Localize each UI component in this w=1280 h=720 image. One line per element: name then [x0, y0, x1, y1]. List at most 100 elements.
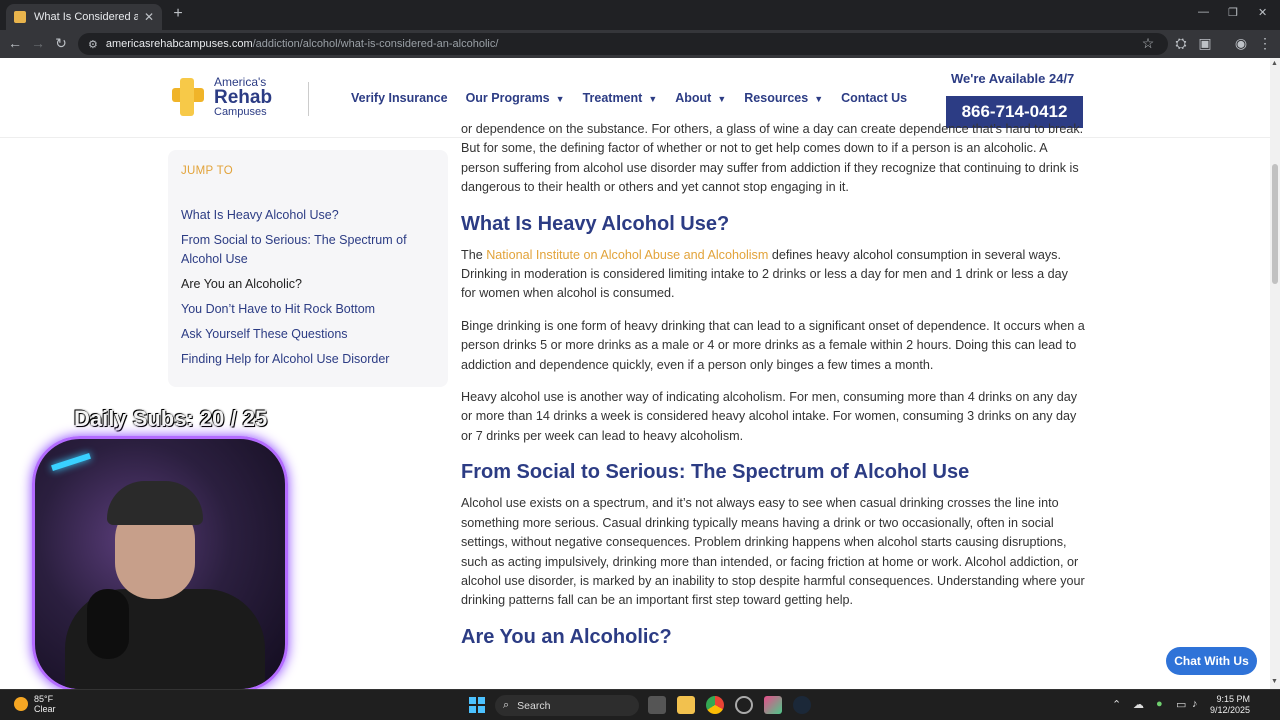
clock-date: 9/12/2025 — [1210, 705, 1251, 715]
network-icon[interactable]: ▭ — [1176, 698, 1186, 711]
jump-link[interactable]: You Don’t Have to Hit Rock Bottom — [181, 300, 435, 319]
address-bar[interactable]: ⚙ americasrehabcampuses.com/addiction/al… — [78, 33, 1168, 55]
incognito-icon[interactable]: ⛭ — [1172, 35, 1190, 52]
weather-sun-icon — [14, 697, 28, 711]
article-body: or dependence on the substance. For othe… — [461, 122, 1085, 659]
url-host: americasrehabcampuses.com — [105, 38, 253, 50]
back-icon[interactable]: ← — [6, 35, 24, 51]
app-icon[interactable] — [735, 696, 753, 714]
microphone-icon — [87, 589, 129, 659]
page-scrollbar[interactable]: ▲ ▼ — [1270, 58, 1280, 689]
logo-mark-icon — [168, 76, 208, 118]
paragraph: Binge drinking is one form of heavy drin… — [461, 318, 1085, 372]
taskbar-clock[interactable]: 9:15 PM 9/12/2025 — [1210, 694, 1250, 716]
chevron-down-icon: ▼ — [648, 94, 658, 104]
nav-label: About — [675, 91, 712, 105]
availability-text: We're Available 24/7 — [951, 71, 1075, 86]
chevron-down-icon: ▼ — [814, 94, 824, 104]
nav-label: Resources — [744, 91, 809, 105]
heading-heavy-alcohol-use: What Is Heavy Alcohol Use? — [461, 212, 730, 235]
bookmark-star-icon[interactable]: ☆ — [1139, 35, 1157, 52]
neon-light — [51, 452, 91, 472]
nav-verify-insurance[interactable]: Verify Insurance — [351, 91, 448, 105]
jump-to-title: JUMP TO — [181, 165, 233, 177]
search-label: Search — [517, 699, 551, 712]
daily-subs-counter: Daily Subs: 20 / 25 — [74, 406, 268, 431]
taskbar-search[interactable]: ⌕ Search — [495, 695, 639, 716]
jump-link[interactable]: What Is Heavy Alcohol Use? — [181, 206, 435, 225]
close-tab-icon[interactable]: ✕ — [144, 10, 154, 24]
browser-tab-strip: What Is Considered an Alcoholic? ✕ + — ❐… — [0, 0, 1280, 30]
minimize-icon[interactable]: — — [1198, 6, 1209, 18]
volume-icon[interactable]: ♪ — [1192, 698, 1198, 710]
microphone-tray-icon[interactable]: ● — [1156, 698, 1163, 710]
app-icon[interactable] — [764, 696, 782, 714]
header-divider — [308, 82, 309, 116]
maximize-icon[interactable]: ❐ — [1228, 6, 1238, 19]
jump-link[interactable]: Ask Yourself These Questions — [181, 325, 435, 344]
jump-to-panel: JUMP TO What Is Heavy Alcohol Use? From … — [168, 150, 448, 387]
side-panel-icon[interactable]: ▣ — [1196, 35, 1214, 52]
url-text: americasrehabcampuses.com/addiction/alco… — [106, 38, 499, 50]
scroll-up-icon[interactable]: ▲ — [1271, 60, 1278, 67]
clock-time: 9:15 PM — [1216, 694, 1251, 704]
chat-with-us-button[interactable]: Chat With Us — [1166, 647, 1257, 675]
paragraph: Alcohol use exists on a spectrum, and it… — [461, 496, 1085, 608]
windows-taskbar: 85°F Clear ⌕ Search ⌃ ☁ ● ▭ ♪ 9:15 PM 9/… — [0, 689, 1280, 720]
streamer-headset — [107, 481, 203, 525]
url-path: /addiction/alcohol/what-is-considered-an… — [252, 38, 499, 50]
new-tab-button[interactable]: + — [168, 5, 188, 23]
tray-chevron-icon[interactable]: ⌃ — [1112, 698, 1121, 711]
profile-icon[interactable]: ◉ — [1232, 35, 1250, 52]
paragraph: The National Institute on Alcohol Abuse … — [461, 246, 1085, 304]
weather-desc: Clear — [34, 704, 56, 714]
cloud-icon[interactable]: ☁ — [1133, 698, 1144, 711]
jump-to-list: What Is Heavy Alcohol Use? From Social t… — [181, 206, 435, 369]
site-logo[interactable]: America's Rehab Campuses — [168, 76, 272, 118]
main-nav: Verify Insurance Our Programs ▼ Treatment… — [351, 91, 925, 105]
logo-line2: Rehab — [214, 87, 273, 108]
nav-about[interactable]: About ▼ — [675, 91, 726, 105]
nav-label: Verify Insurance — [351, 91, 448, 105]
browser-toolbar: ← → ↻ ⚙ americasrehabcampuses.com/addict… — [0, 30, 1280, 58]
paragraph: Heavy alcohol use is another way of indi… — [461, 390, 1078, 443]
chevron-down-icon: ▼ — [717, 94, 727, 104]
site-favicon-icon — [14, 11, 26, 23]
search-icon: ⌕ — [503, 699, 510, 711]
forward-icon[interactable]: → — [29, 35, 47, 51]
chrome-icon[interactable] — [706, 696, 724, 714]
close-window-icon[interactable]: ✕ — [1258, 6, 1267, 19]
nav-treatment[interactable]: Treatment ▼ — [583, 91, 658, 105]
scroll-thumb[interactable] — [1272, 164, 1278, 284]
nav-contact-us[interactable]: Contact Us — [841, 91, 907, 105]
reload-icon[interactable]: ↻ — [52, 35, 70, 52]
logo-text: America's Rehab Campuses — [214, 76, 272, 118]
text: The — [461, 247, 487, 262]
browser-tab[interactable]: What Is Considered an Alcoholic? ✕ — [6, 4, 162, 30]
weather-widget[interactable]: 85°F Clear — [14, 694, 56, 714]
site-info-icon[interactable]: ⚙ — [88, 38, 98, 51]
start-button-icon[interactable] — [469, 697, 485, 713]
jump-link-active[interactable]: Are You an Alcoholic? — [181, 275, 435, 294]
intro-paragraph: or dependence on the substance. For othe… — [461, 122, 1084, 195]
heading-spectrum: From Social to Serious: The Spectrum of … — [461, 461, 970, 484]
scroll-down-icon[interactable]: ▼ — [1271, 678, 1278, 685]
webcam-overlay — [32, 436, 288, 692]
logo-line3: Campuses — [214, 106, 267, 118]
task-view-icon[interactable] — [648, 696, 666, 714]
tab-title: What Is Considered an Alcoholic? — [34, 11, 138, 23]
jump-link[interactable]: Finding Help for Alcohol Use Disorder — [181, 350, 435, 369]
nav-label: Our Programs — [465, 91, 550, 105]
nav-label: Treatment — [582, 91, 643, 105]
heading-are-you-alcoholic: Are You an Alcoholic? — [461, 625, 672, 648]
niaaa-link[interactable]: National Institute on Alcohol Abuse and … — [486, 248, 768, 262]
weather-temp: 85°F — [34, 694, 54, 704]
steam-icon[interactable] — [793, 696, 811, 714]
menu-icon[interactable]: ⋮ — [1256, 35, 1274, 52]
nav-our-programs[interactable]: Our Programs ▼ — [466, 91, 565, 105]
nav-resources[interactable]: Resources ▼ — [744, 91, 823, 105]
jump-link[interactable]: From Social to Serious: The Spectrum of … — [181, 231, 435, 269]
chevron-down-icon: ▼ — [555, 94, 565, 104]
file-explorer-icon[interactable] — [677, 696, 695, 714]
nav-label: Contact Us — [841, 91, 908, 105]
